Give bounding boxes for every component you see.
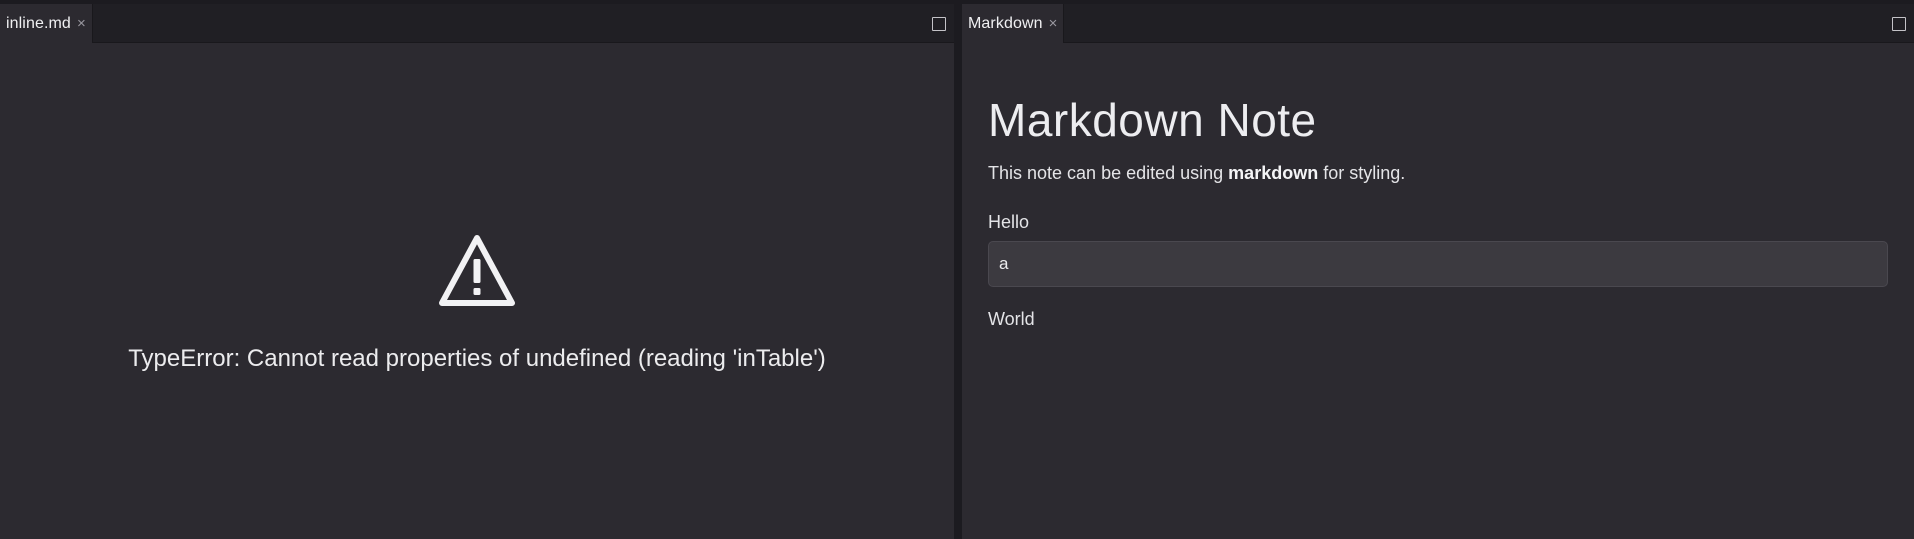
left-tab-bar: inline.md × (0, 4, 954, 43)
note-paragraph: This note can be edited using markdown f… (988, 163, 1888, 184)
tab-label: Markdown (968, 14, 1043, 32)
left-pane-body: TypeError: Cannot read properties of und… (0, 43, 954, 539)
maximize-icon[interactable] (1892, 17, 1906, 31)
maximize-icon[interactable] (932, 17, 946, 31)
app-window: inline.md × TypeError: Cannot read prope… (0, 0, 1914, 539)
paragraph-text-before: This note can be edited using (988, 163, 1229, 183)
left-pane: inline.md × TypeError: Cannot read prope… (0, 4, 954, 539)
close-icon[interactable]: × (1049, 16, 1058, 31)
error-message: TypeError: Cannot read properties of und… (128, 345, 826, 372)
tab-inline-md[interactable]: inline.md × (0, 4, 93, 43)
warning-triangle-icon (439, 235, 515, 306)
paragraph-text-after: for styling. (1318, 163, 1406, 183)
world-text: World (988, 309, 1035, 329)
error-view: TypeError: Cannot read properties of und… (0, 233, 954, 373)
paragraph-bold-text: markdown (1228, 163, 1319, 183)
close-icon[interactable]: × (77, 16, 86, 31)
right-pane: Markdown × Markdown Note This note can b… (962, 4, 1914, 539)
right-tab-bar: Markdown × (962, 4, 1914, 43)
hello-input[interactable] (988, 241, 1888, 287)
markdown-note: Markdown Note This note can be edited us… (988, 43, 1888, 330)
right-pane-body: Markdown Note This note can be edited us… (962, 43, 1914, 539)
hello-label: Hello (988, 212, 1030, 232)
tab-markdown[interactable]: Markdown × (962, 4, 1065, 43)
note-heading: Markdown Note (988, 94, 1317, 146)
tab-label: inline.md (6, 14, 71, 32)
